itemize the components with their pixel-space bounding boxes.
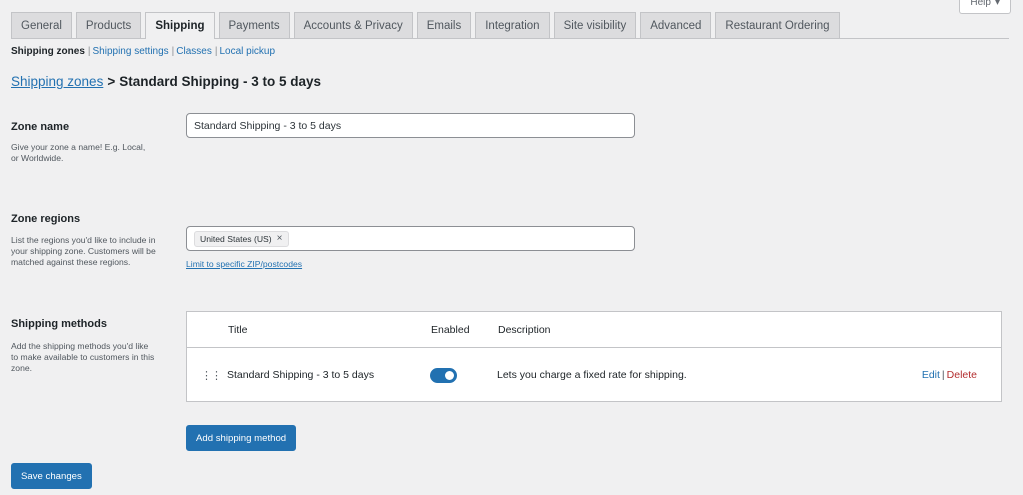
region-chip-label: United States (US) xyxy=(200,233,272,244)
breadcrumb-separator: > xyxy=(107,74,116,89)
subnav-classes[interactable]: Classes xyxy=(176,46,212,57)
save-changes-button[interactable]: Save changes xyxy=(11,463,92,489)
shipping-methods-description: Add the shipping methods you'd like to m… xyxy=(11,341,155,373)
tab-integration[interactable]: Integration xyxy=(475,12,550,38)
page-title: Standard Shipping - 3 to 5 days xyxy=(119,74,321,89)
tab-products[interactable]: Products xyxy=(75,12,142,38)
region-chip: United States (US) × xyxy=(194,230,289,247)
edit-method-link[interactable]: Edit xyxy=(922,369,940,381)
help-button[interactable]: Help ▾ xyxy=(959,0,1011,14)
zone-regions-label: Zone regions xyxy=(11,213,81,225)
subnav-local-pickup[interactable]: Local pickup xyxy=(219,46,275,57)
column-description: Description xyxy=(498,323,551,336)
tab-emails[interactable]: Emails xyxy=(416,12,472,38)
zone-regions-description: List the regions you'd like to include i… xyxy=(11,235,156,267)
add-shipping-method-button[interactable]: Add shipping method xyxy=(186,425,297,451)
remove-region-icon[interactable]: × xyxy=(277,233,283,244)
table-header: Title Enabled Description xyxy=(187,312,1001,348)
tab-accounts-privacy[interactable]: Accounts & Privacy xyxy=(293,12,413,38)
chevron-down-icon: ▾ xyxy=(994,0,1000,8)
method-actions: Edit | Delete xyxy=(922,348,977,402)
breadcrumb-shipping-zones-link[interactable]: Shipping zones xyxy=(11,74,103,89)
subnav-shipping-settings[interactable]: Shipping settings xyxy=(93,46,169,57)
drag-handle-icon[interactable]: ⋮⋮ xyxy=(201,348,222,402)
zone-name-input[interactable]: Standard Shipping - 3 to 5 days xyxy=(186,113,635,138)
action-separator: | xyxy=(941,369,945,381)
zone-name-description: Give your zone a name! E.g. Local, or Wo… xyxy=(11,142,146,163)
breadcrumb: Shipping zones > Standard Shipping - 3 to … xyxy=(11,74,321,89)
shipping-methods-table: Title Enabled Description ⋮⋮ Standard Sh… xyxy=(186,311,1002,402)
method-enabled-cell xyxy=(430,348,457,402)
column-title: Title xyxy=(228,323,248,336)
method-enabled-toggle[interactable] xyxy=(430,367,457,383)
shipping-methods-label: Shipping methods xyxy=(11,318,107,330)
tab-shipping[interactable]: Shipping xyxy=(145,12,215,39)
shipping-subnav: Shipping zones | Shipping settings | Cla… xyxy=(11,46,275,57)
tab-restaurant-ordering[interactable]: Restaurant Ordering xyxy=(715,12,840,38)
zone-name-label: Zone name xyxy=(11,121,70,133)
limit-zip-postcodes-link[interactable]: Limit to specific ZIP/postcodes xyxy=(186,259,302,269)
tab-advanced[interactable]: Advanced xyxy=(640,12,712,38)
delete-method-link[interactable]: Delete xyxy=(947,369,977,381)
subnav-separator: | xyxy=(171,46,175,57)
tab-site-visibility[interactable]: Site visibility xyxy=(553,12,637,38)
subnav-separator: | xyxy=(214,46,218,57)
settings-tabs: General Products Shipping Payments Accou… xyxy=(11,12,1009,39)
help-label: Help xyxy=(970,0,991,8)
table-row: ⋮⋮ Standard Shipping - 3 to 5 days Lets … xyxy=(187,348,1001,402)
subnav-separator: | xyxy=(87,46,91,57)
tab-payments[interactable]: Payments xyxy=(218,12,290,38)
method-title: Standard Shipping - 3 to 5 days xyxy=(227,369,375,381)
column-enabled: Enabled xyxy=(431,323,470,336)
tab-general[interactable]: General xyxy=(11,12,72,38)
method-description: Lets you charge a fixed rate for shippin… xyxy=(497,369,687,381)
subnav-shipping-zones[interactable]: Shipping zones xyxy=(11,46,85,57)
zone-regions-select[interactable]: United States (US) × xyxy=(186,226,635,251)
